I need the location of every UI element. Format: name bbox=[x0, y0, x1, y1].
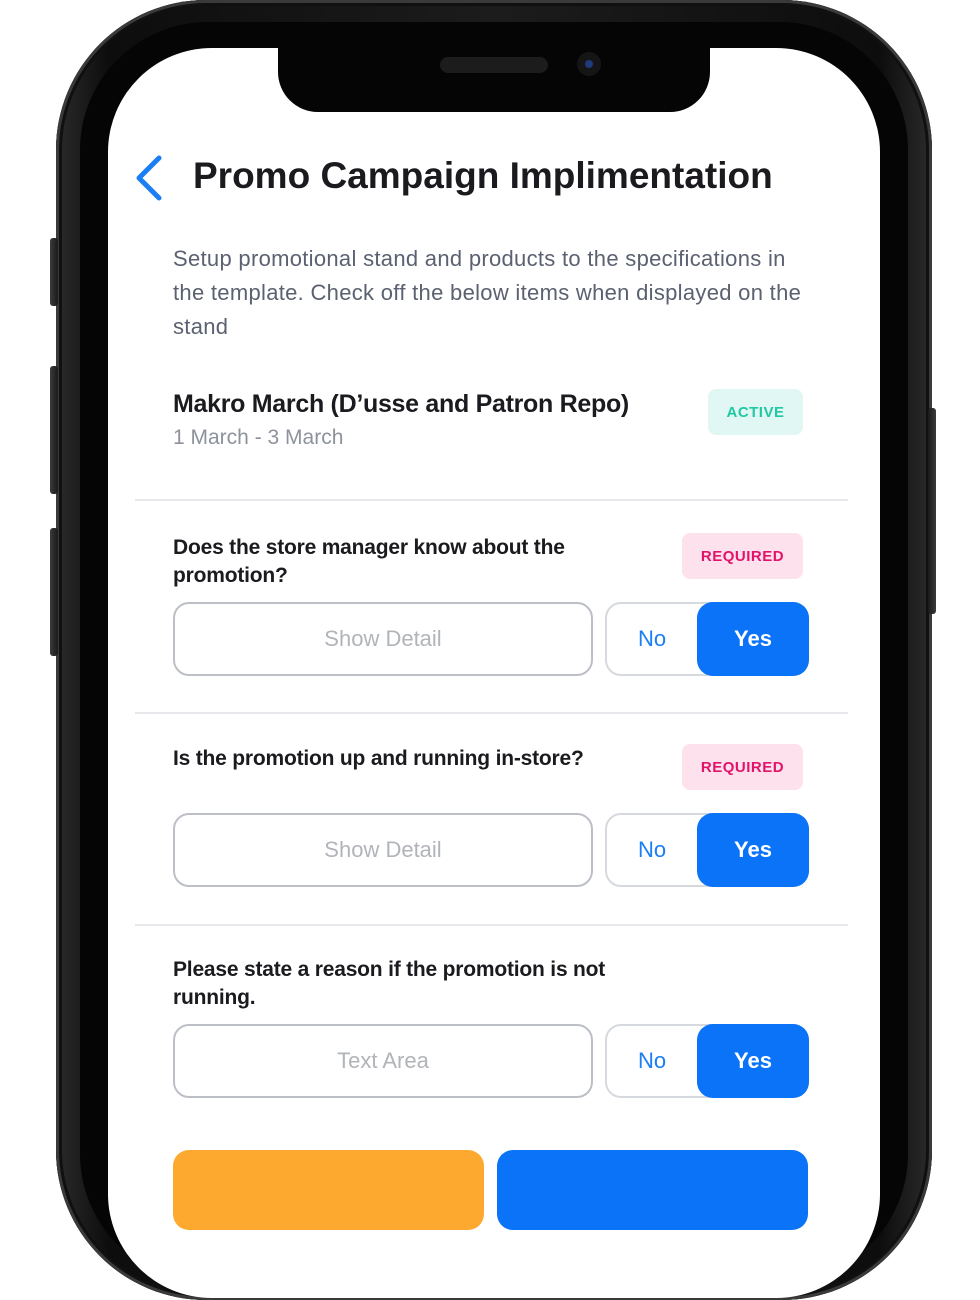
yes-no-toggle[interactable]: No Yes bbox=[605, 813, 809, 887]
volume-up-button bbox=[50, 366, 58, 494]
notch bbox=[278, 48, 710, 112]
divider bbox=[135, 712, 848, 714]
power-button bbox=[928, 408, 936, 614]
status-badge-active: ACTIVE bbox=[708, 389, 803, 435]
question-store-manager: Does the store manager know about the pr… bbox=[173, 536, 565, 587]
mute-switch bbox=[50, 238, 58, 306]
yes-option-selected[interactable]: Yes bbox=[697, 1024, 809, 1098]
yes-no-toggle[interactable]: No Yes bbox=[605, 602, 809, 676]
phone-screen: Promo Campaign Implimentation Setup prom… bbox=[108, 48, 880, 1298]
no-option[interactable]: No bbox=[607, 815, 697, 885]
reason-text-area[interactable]: Text Area bbox=[173, 1024, 593, 1098]
no-option[interactable]: No bbox=[607, 604, 697, 674]
show-detail-button[interactable]: Show Detail bbox=[173, 602, 593, 676]
divider bbox=[135, 499, 848, 501]
campaign-dates: 1 March - 3 March bbox=[173, 426, 344, 449]
front-camera bbox=[577, 52, 601, 76]
yes-option-selected[interactable]: Yes bbox=[697, 602, 809, 676]
yes-no-toggle[interactable]: No Yes bbox=[605, 1024, 809, 1098]
volume-down-button bbox=[50, 528, 58, 656]
divider bbox=[135, 924, 848, 926]
show-detail-button[interactable]: Show Detail bbox=[173, 813, 593, 887]
question-reason-not-running: Please state a reason if the promotion i… bbox=[173, 958, 606, 1009]
no-option[interactable]: No bbox=[607, 1026, 697, 1096]
campaign-name: Makro March (D’usse and Patron Repo) bbox=[173, 390, 629, 418]
instructions-text: Setup promotional stand and products to … bbox=[173, 246, 802, 339]
required-badge: REQUIRED bbox=[682, 533, 803, 579]
yes-option-selected[interactable]: Yes bbox=[697, 813, 809, 887]
page-title: Promo Campaign Implimentation bbox=[193, 155, 773, 196]
primary-action-button[interactable] bbox=[497, 1150, 808, 1230]
earpiece-speaker bbox=[440, 57, 548, 73]
back-button[interactable] bbox=[132, 152, 168, 204]
required-badge: REQUIRED bbox=[682, 744, 803, 790]
secondary-action-button[interactable] bbox=[173, 1150, 484, 1230]
question-promotion-running: Is the promotion up and running in-store… bbox=[173, 747, 584, 770]
chevron-left-icon bbox=[136, 155, 162, 201]
